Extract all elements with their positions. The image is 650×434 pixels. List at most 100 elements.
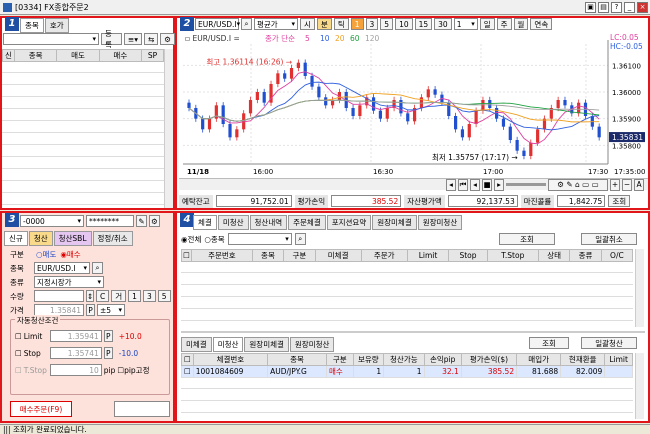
price-chart[interactable]: 1.36100 1.36000 1.35900 1.35800 11/18 16:00 16… xyxy=(179,32,648,178)
chart-type-select[interactable]: 평균가 xyxy=(254,18,298,30)
pin-icon[interactable]: ▣ xyxy=(585,2,596,13)
pip-fixed-checkbox[interactable]: ☐pip고정 xyxy=(117,365,149,376)
order-symbol-select[interactable]: EUR/USD.I xyxy=(34,262,90,274)
orders-query-button[interactable]: 조회 xyxy=(499,233,555,245)
qty-btn-total[interactable]: 거 xyxy=(111,290,127,302)
buy-order-button[interactable]: 매수주문(F9) xyxy=(10,401,72,417)
symbol-search-icon[interactable]: ⌕ xyxy=(241,18,252,30)
interval-15[interactable]: 15 xyxy=(414,18,433,30)
watchlist-scrollbar[interactable] xyxy=(164,49,173,208)
sell-radio[interactable]: ○매도 xyxy=(36,249,56,260)
zoom-in-icon[interactable]: + xyxy=(610,178,620,191)
close-icon[interactable]: × xyxy=(637,2,648,13)
interval-5[interactable]: 5 xyxy=(380,18,394,30)
group-select[interactable] xyxy=(3,33,99,45)
period-day[interactable]: 일 xyxy=(479,18,495,30)
zoom-slider[interactable] xyxy=(506,183,546,186)
edit-icon[interactable]: ✎ xyxy=(136,215,147,227)
stop-input[interactable]: 1.35741 xyxy=(49,347,102,359)
filter-symbol-select[interactable] xyxy=(227,233,292,245)
mode-time[interactable]: 시 xyxy=(300,18,315,30)
minimize-icon[interactable]: _ xyxy=(624,2,635,13)
interval-input[interactable]: 1 xyxy=(453,18,478,30)
zoom-out-icon[interactable]: − xyxy=(622,178,632,191)
register-button[interactable]: 등록 xyxy=(100,29,122,49)
print-icon[interactable]: ▤ xyxy=(598,2,609,13)
limit-checkbox[interactable]: ☐ xyxy=(15,332,22,341)
orders-select-all[interactable]: ☐ xyxy=(181,249,192,262)
stop-icon[interactable]: ■ xyxy=(482,178,492,191)
swap-icon[interactable]: ⇆ xyxy=(143,33,159,45)
tab-quote[interactable]: 호가 xyxy=(44,18,69,33)
settings-gear-icon[interactable]: ⚙ xyxy=(149,215,160,227)
tab-close-history[interactable]: 청산내역 xyxy=(249,215,288,230)
mode-tick[interactable]: 틱 xyxy=(333,18,349,30)
tab-lower-ledger-open[interactable]: 원장미청산 xyxy=(289,337,335,352)
candle-body xyxy=(296,62,300,68)
interval-10[interactable]: 10 xyxy=(395,18,413,30)
tab-ledger-open[interactable]: 원장미청산 xyxy=(417,215,463,230)
tab-close[interactable]: 청산 xyxy=(28,231,53,246)
filter-symbol-radio[interactable]: ○종목 xyxy=(204,234,224,245)
order-symbol-search-icon[interactable]: ⌕ xyxy=(92,262,103,274)
continuous-button[interactable]: 연속 xyxy=(530,18,553,30)
next-icon[interactable]: ▸ xyxy=(494,178,504,191)
tstop-checkbox[interactable]: ☐ xyxy=(15,366,22,375)
account-select[interactable]: -0000 xyxy=(20,215,84,227)
tool-icons[interactable]: ⚙ ✎ ⌂ ▭ ▭ xyxy=(548,178,608,191)
limit-input[interactable]: 1.35941 xyxy=(49,330,102,342)
positions-select-all[interactable]: ☐ xyxy=(181,353,194,366)
tab-filled[interactable]: 체결 xyxy=(193,215,217,230)
tab-position-summary[interactable]: 포지션요약 xyxy=(326,215,372,230)
tab-ledger-unfilled[interactable]: 원장미체결 xyxy=(372,215,417,230)
tstop-input[interactable]: 10 xyxy=(49,364,102,376)
table-row[interactable]: ☐ 1001084609 AUD/JPY.G 매수 1 1 32.1 385.52 81.688… xyxy=(181,365,633,378)
close-all-button[interactable]: 일괄청산 xyxy=(581,337,637,349)
stop-checkbox[interactable]: ☐ xyxy=(15,349,22,358)
zoom-fit-icon[interactable]: A xyxy=(634,178,644,191)
filter-search-icon[interactable]: ⌕ xyxy=(294,233,306,245)
slippage-select[interactable]: ±5 xyxy=(97,304,125,316)
limit-p-icon[interactable]: P xyxy=(103,330,113,342)
cancel-all-button[interactable]: 일괄취소 xyxy=(581,233,637,245)
tab-lower-open[interactable]: 미청산 xyxy=(212,337,244,352)
tab-new-order[interactable]: 신규 xyxy=(4,231,28,246)
filter-all-radio[interactable]: ◉전체 xyxy=(181,234,201,245)
password-input[interactable]: ******** xyxy=(86,215,134,227)
interval-30[interactable]: 30 xyxy=(434,18,452,30)
scroll-left-icon[interactable]: ◂ xyxy=(446,178,456,191)
period-month[interactable]: 월 xyxy=(513,18,529,30)
tab-order-fills[interactable]: 주문체결 xyxy=(288,215,326,230)
tab-symbol[interactable]: 종목 xyxy=(20,18,44,33)
summary-query-button[interactable]: 조회 xyxy=(608,195,631,207)
qty-spin[interactable]: ⇕ xyxy=(86,290,94,302)
mode-minute[interactable]: 분 xyxy=(316,18,332,30)
qty-input[interactable] xyxy=(34,290,84,302)
qty-btn-3[interactable]: 3 xyxy=(142,290,156,302)
buy-radio[interactable]: ◉매수 xyxy=(60,249,80,260)
tab-lower-unfilled[interactable]: 미체결 xyxy=(181,337,212,352)
settings-icon[interactable]: ⚙ xyxy=(160,33,175,45)
interval-1[interactable]: 1 xyxy=(350,18,364,30)
first-icon[interactable]: ⏮ xyxy=(458,178,468,191)
menu-button[interactable]: ≡▾ xyxy=(123,33,142,45)
tab-modify-cancel[interactable]: 정정/취소 xyxy=(92,231,133,246)
tab-close-sbl[interactable]: 청산SBL xyxy=(53,231,92,246)
price-p-icon[interactable]: P xyxy=(86,304,95,316)
prev-icon[interactable]: ◂ xyxy=(470,178,480,191)
help-icon[interactable]: ? xyxy=(611,2,622,13)
row-checkbox[interactable]: ☐ xyxy=(181,365,194,378)
stop-p-icon[interactable]: P xyxy=(103,347,113,359)
qty-btn-5[interactable]: 5 xyxy=(157,290,171,302)
qty-btn-c[interactable]: C xyxy=(96,290,110,302)
positions-scrollbar[interactable] xyxy=(635,353,644,419)
chart-symbol-select[interactable]: EUR/USD.I xyxy=(195,18,239,30)
positions-query-button[interactable]: 조회 xyxy=(529,337,569,349)
interval-3[interactable]: 3 xyxy=(365,18,379,30)
qty-btn-1[interactable]: 1 xyxy=(128,290,141,302)
order-type-select[interactable]: 지정시장가 xyxy=(34,276,104,288)
tab-open-positions[interactable]: 미청산 xyxy=(217,215,249,230)
orders-scrollbar[interactable] xyxy=(635,249,644,327)
period-week[interactable]: 주 xyxy=(496,18,512,30)
tab-lower-ledger-unfilled[interactable]: 원장미체결 xyxy=(244,337,289,352)
